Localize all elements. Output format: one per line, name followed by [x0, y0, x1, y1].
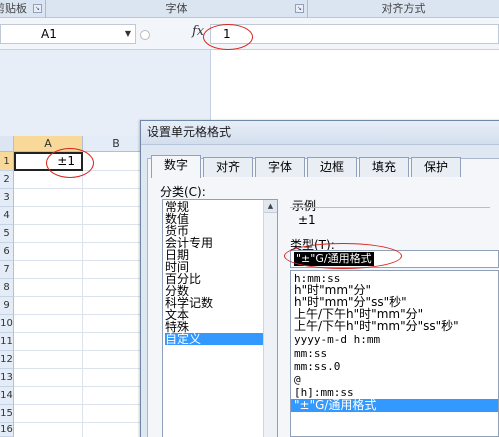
splitter-handle[interactable]	[140, 30, 150, 40]
tab-protection[interactable]: 保护	[411, 157, 461, 177]
format-item-selected[interactable]: "±"G/通用格式	[291, 399, 498, 412]
format-item[interactable]: 上午/下午h"时"mm"分"ss"秒"	[294, 320, 459, 333]
tab-border[interactable]: 边框	[307, 157, 357, 177]
category-label: 分类(C):	[160, 185, 206, 199]
row-header[interactable]: 11	[0, 333, 14, 351]
font-launcher-icon[interactable]: ↘	[295, 4, 304, 13]
select-all-corner[interactable]	[0, 136, 14, 152]
grid-lines	[14, 171, 150, 437]
ribbon-group-clipboard: 剪贴板 ↘	[0, 0, 46, 18]
clipboard-launcher-icon[interactable]: ↘	[33, 4, 42, 13]
tab-alignment[interactable]: 对齐	[203, 157, 253, 177]
row-header[interactable]: 1	[0, 152, 14, 171]
sample-value: ±1	[298, 213, 316, 227]
annotation-circle-formula	[203, 24, 253, 50]
formula-input[interactable]: 1	[210, 24, 499, 44]
formula-controls: fx	[138, 24, 210, 44]
row-header[interactable]: 5	[0, 225, 14, 243]
row-header[interactable]: 2	[0, 171, 14, 189]
format-code-list[interactable]: h:mm:ss h"时"mm"分" h"时"mm"分"ss"秒" 上午/下午h"…	[290, 270, 499, 437]
name-box-value: A1	[41, 27, 57, 41]
dialog-title[interactable]: 设置单元格格式	[141, 121, 499, 145]
ribbon-group-font: 字体 ↘	[46, 0, 308, 18]
row-header[interactable]: 8	[0, 279, 14, 297]
row-header[interactable]: 9	[0, 297, 14, 315]
sample-box	[290, 207, 490, 235]
worksheet-grid: A B 1 2 3 4 5 6 7 8 9 10 11 12 13 14 15 …	[0, 136, 150, 437]
format-item[interactable]: mm:ss	[294, 347, 327, 360]
row-header[interactable]: 6	[0, 243, 14, 261]
row-header[interactable]: 15	[0, 405, 14, 423]
category-scrollbar[interactable]: ▲	[263, 200, 277, 437]
name-box[interactable]: A1 ▼	[0, 24, 136, 44]
category-item-selected[interactable]: 自定义	[165, 333, 265, 345]
row-header[interactable]: 10	[0, 315, 14, 333]
row-header[interactable]: 4	[0, 207, 14, 225]
row-header[interactable]: 16	[0, 423, 14, 437]
annotation-circle-cell	[46, 148, 94, 178]
row-header[interactable]: 3	[0, 189, 14, 207]
format-item[interactable]: yyyy-m-d h:mm	[294, 333, 380, 346]
ribbon-group-font-label: 字体	[165, 2, 188, 15]
tab-number[interactable]: 数字	[151, 155, 201, 178]
annotation-circle-type	[284, 243, 402, 269]
ribbon-group-alignment-label: 对齐方式	[381, 2, 426, 15]
scroll-up-icon[interactable]: ▲	[264, 200, 277, 213]
format-item[interactable]: mm:ss.0	[294, 360, 340, 373]
tab-font[interactable]: 字体	[255, 157, 305, 177]
row-header[interactable]: 13	[0, 369, 14, 387]
row-header[interactable]: 7	[0, 261, 14, 279]
category-list[interactable]: 常规 数值 货币 会计专用 日期 时间 百分比 分数 科学记数 文本 特殊 自定…	[162, 199, 278, 437]
format-item[interactable]: @	[294, 373, 301, 386]
chevron-down-icon[interactable]: ▼	[125, 25, 131, 43]
ribbon-group-clipboard-label: 剪贴板	[0, 2, 27, 15]
ribbon-group-alignment: 对齐方式	[308, 0, 499, 18]
row-header[interactable]: 12	[0, 351, 14, 369]
ribbon-group-bar: 剪贴板 ↘ 字体 ↘ 对齐方式	[0, 0, 499, 18]
tab-fill[interactable]: 填充	[359, 157, 409, 177]
row-header[interactable]: 14	[0, 387, 14, 405]
